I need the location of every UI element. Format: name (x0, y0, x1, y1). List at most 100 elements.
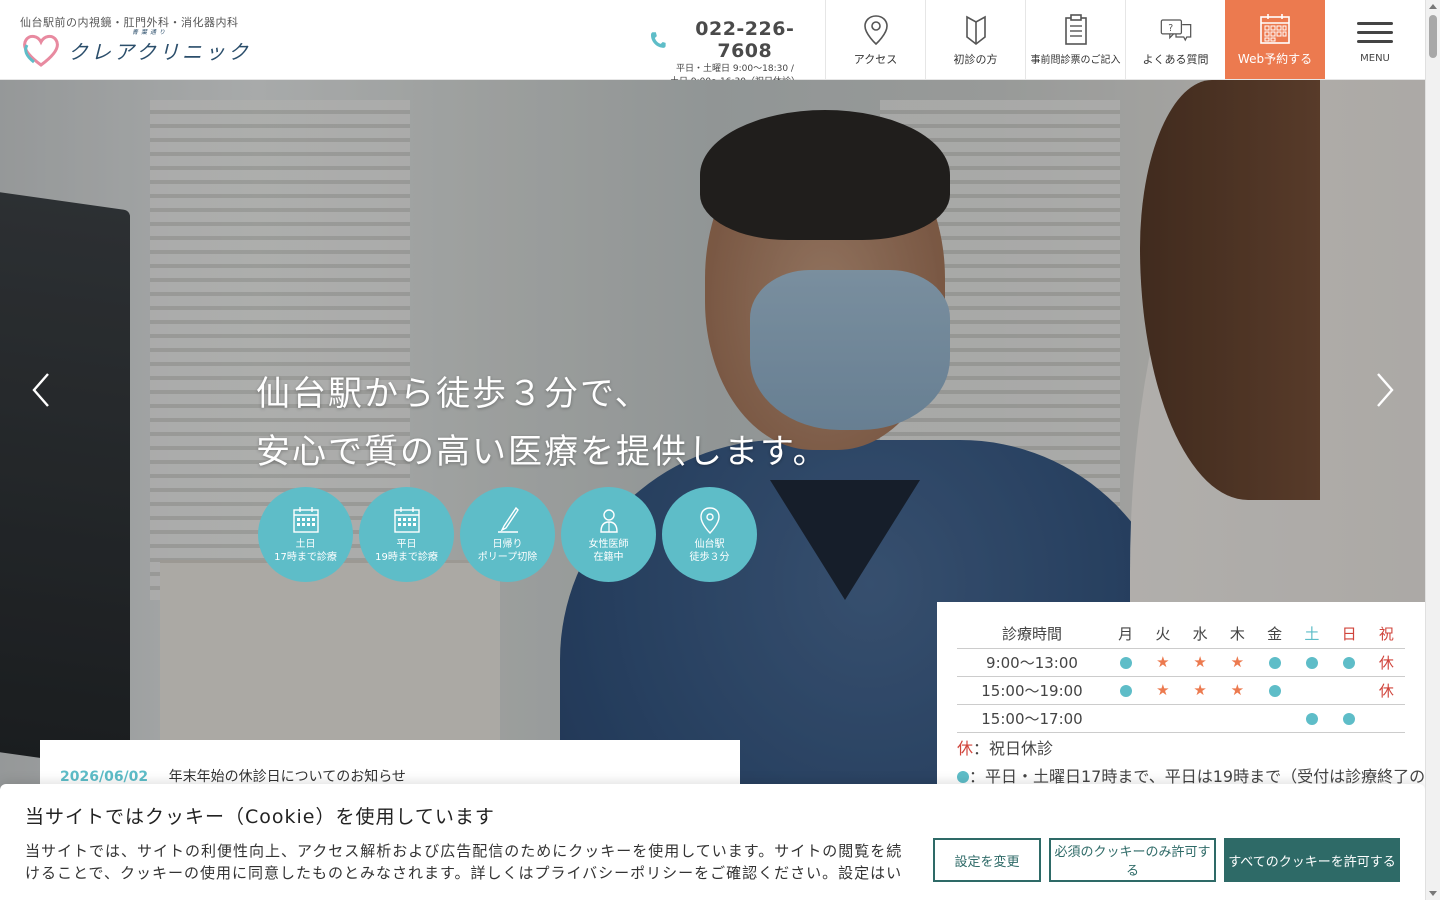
nav-faq-label: よくある質問 (1142, 52, 1209, 66)
scalpel-icon (497, 506, 519, 533)
nav-questionnaire[interactable]: 事前問診票のご記入 (1025, 0, 1125, 79)
cookie-accept-button[interactable]: すべてのクッキーを許可する (1224, 838, 1400, 882)
phone-number-text: 022-226-7608 (695, 18, 795, 62)
schedule-time: 15:00〜17:00 (957, 704, 1107, 733)
news-text[interactable]: 年末年始の休診日についてのお知らせ (169, 769, 406, 785)
nav-faq[interactable]: ? よくある質問 (1125, 0, 1225, 79)
brand[interactable]: 仙台駅前の内視鏡・肛門外科・消化器内科 青葉通り クレアクリニック (20, 14, 251, 68)
badge-female-doctor: 女性医師 在籍中 (561, 487, 656, 582)
cell-open (1256, 676, 1294, 705)
nav-first-visit-label: 初診の方 (953, 52, 998, 66)
badge-station-line1: 仙台駅 (694, 538, 725, 550)
badge-polyp-line1: 日帰り (492, 538, 523, 550)
logo[interactable]: 青葉通り クレアクリニック (20, 29, 251, 68)
cell-closed: 休 (1367, 676, 1405, 705)
phone-icon (650, 32, 666, 48)
menu-label: MENU (1360, 52, 1390, 64)
scroll-up-icon[interactable] (1429, 4, 1437, 9)
cell-open (1330, 704, 1368, 733)
open-dot-icon (1119, 656, 1132, 669)
cell-empty (1181, 704, 1219, 733)
calendar-icon (292, 506, 319, 533)
star-icon: ★ (1230, 653, 1245, 671)
star-icon: ★ (1230, 681, 1245, 699)
badge-weekday: 平日 19時まで診療 (359, 487, 454, 582)
day-tue: 火 (1144, 620, 1182, 649)
phone-hours-1: 平日・土曜日 9:00〜18:30 / (676, 64, 794, 74)
hero-slider: 仙台駅から徒歩３分で、 安心で質の高い医療を提供します。 土日 17時まで診療 (0, 80, 1425, 900)
cell-open (1256, 648, 1294, 677)
slider-next-arrow-icon[interactable] (1370, 370, 1400, 410)
legend-holiday-text: ：祝日休診 (973, 738, 1054, 758)
schedule-time: 15:00〜19:00 (957, 676, 1107, 705)
cell-empty (1330, 676, 1368, 705)
cell-empty (1107, 704, 1145, 733)
cell-star: ★ (1218, 648, 1256, 677)
badge-female-doctor-line2: 在籍中 (593, 551, 624, 563)
cookie-settings-button[interactable]: 設定を変更 (933, 838, 1041, 882)
badge-polyp: 日帰り ポリープ切除 (460, 487, 555, 582)
cell-empty (1144, 704, 1182, 733)
location-pin-icon (863, 14, 888, 45)
cell-star: ★ (1181, 648, 1219, 677)
female-doctor-icon (599, 508, 618, 533)
hero-copy: 仙台駅から徒歩３分で、 安心で質の高い医療を提供します。 (256, 365, 829, 481)
phone-number[interactable]: 022-226-7608 (650, 18, 820, 62)
hero-line-1: 仙台駅から徒歩３分で、 (256, 374, 651, 414)
day-sun: 日 (1330, 620, 1368, 649)
star-icon: ★ (1193, 681, 1207, 699)
faq-chat-icon: ? (1160, 18, 1191, 41)
schedule-row-weekend: 15:00〜17:00 (957, 704, 1405, 733)
cell-open (1107, 676, 1145, 705)
badge-weekend-line1: 土日 (295, 538, 316, 550)
schedule-row-evening: 15:00〜19:00 ★ ★ ★ 休 (957, 676, 1405, 705)
day-thu: 木 (1218, 620, 1256, 649)
open-dot-icon (1268, 684, 1281, 697)
cell-star: ★ (1144, 676, 1182, 705)
open-dot-icon (1305, 712, 1318, 725)
nav-access-label: アクセス (853, 52, 898, 66)
open-dot-icon (1343, 712, 1356, 725)
closed-mark: 休 (957, 738, 974, 758)
schedule-header-time: 診療時間 (957, 620, 1107, 649)
logo-name: クレアクリニック (68, 39, 251, 64)
clipboard-icon (1064, 14, 1087, 45)
cell-star: ★ (1218, 676, 1256, 705)
location-pin-icon (699, 506, 720, 534)
nav-web-reserve-button[interactable]: Web予約する (1225, 0, 1325, 79)
cell-star: ★ (1144, 648, 1182, 677)
slider-prev-arrow-icon[interactable] (26, 370, 56, 410)
cookie-body: 当サイトでは、サイトの利便性向上、アクセス解析および広告配信のためにクッキーを使… (25, 842, 903, 882)
menu-button[interactable]: MENU (1325, 0, 1425, 79)
cell-empty (1256, 704, 1294, 733)
star-icon: ★ (1156, 681, 1170, 699)
hero-line-2: 安心で質の高い医療を提供します。 (256, 432, 829, 472)
badge-weekday-line2: 19時まで診療 (375, 551, 438, 563)
schedule-time: 9:00〜13:00 (957, 648, 1107, 677)
schedule-row-morning: 9:00〜13:00 ★ ★ ★ 休 (957, 648, 1405, 677)
day-wed: 水 (1181, 620, 1219, 649)
page-scrollbar[interactable] (1425, 0, 1440, 900)
cell-empty (1218, 704, 1256, 733)
nav-first-visit[interactable]: 初診の方 (925, 0, 1025, 79)
legend-open-text: ：平日・土曜日17時まで、平日は19時まで（受付は診療終了の３０分前まで） (969, 766, 1425, 786)
nav-access[interactable]: アクセス (825, 0, 925, 79)
day-mon: 月 (1107, 620, 1145, 649)
scroll-thumb[interactable] (1429, 15, 1437, 58)
phone-block[interactable]: 022-226-7608 平日・土曜日 9:00〜18:30 / 土日 9:00… (650, 18, 820, 88)
cookie-reject-button[interactable]: 必須のクッキーのみ許可する (1049, 838, 1216, 882)
day-sat: 土 (1293, 620, 1331, 649)
scroll-down-icon[interactable] (1429, 891, 1437, 896)
badge-weekend: 土日 17時まで診療 (258, 487, 353, 582)
day-holiday: 祝 (1367, 620, 1405, 649)
calendar-icon (393, 506, 420, 533)
schedule-legend-holiday: 休：祝日休診 (957, 737, 1405, 761)
star-icon: ★ (1156, 653, 1170, 671)
calendar-icon (1260, 14, 1290, 44)
cookie-banner: 当サイトではクッキー（Cookie）を使用しています 当サイトでは、サイトの利便… (0, 784, 1425, 900)
open-dot-icon (1119, 684, 1132, 697)
nav-web-reserve-label: Web予約する (1237, 52, 1313, 66)
svg-text:?: ? (1168, 22, 1173, 33)
cell-empty (1367, 704, 1405, 733)
cell-open (1107, 648, 1145, 677)
